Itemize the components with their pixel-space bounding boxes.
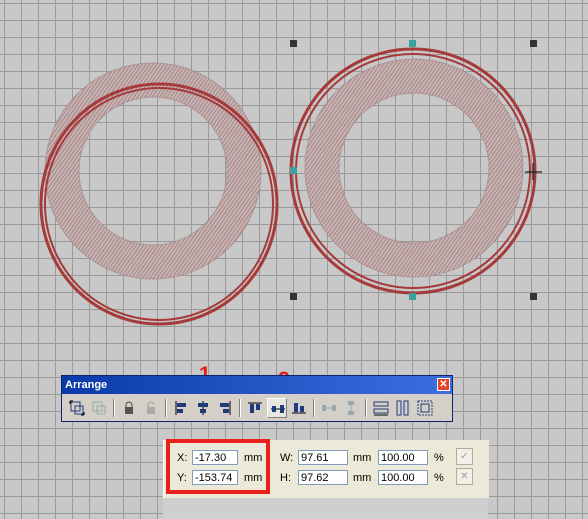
align-right-button[interactable] (215, 398, 235, 418)
height-field[interactable] (298, 470, 348, 485)
make-same-height-icon (396, 400, 409, 416)
toolbar-separator (165, 399, 167, 417)
left-ring[interactable] (39, 62, 279, 326)
make-same-size-icon (417, 400, 433, 416)
move-cursor-icon (525, 163, 542, 180)
align-top-icon (248, 402, 262, 413)
space-vertical-button[interactable] (341, 398, 361, 418)
align-right-icon (220, 401, 231, 415)
ungroup-button[interactable] (89, 398, 109, 418)
toolbar-separator (239, 399, 241, 417)
w-percent-symbol: % (434, 452, 444, 464)
group-icon (69, 400, 85, 416)
make-same-width-button[interactable] (371, 398, 391, 418)
underlying-toolbar-strip (163, 498, 488, 519)
highlight-box (166, 439, 270, 494)
w-label: W: (280, 452, 294, 464)
lock-icon (125, 401, 133, 414)
arrange-toolbar: Arrange ✕ (61, 375, 453, 422)
cancel-icon: ✕ (460, 471, 469, 482)
align-center-button[interactable] (193, 398, 213, 418)
make-same-size-button[interactable] (415, 398, 435, 418)
space-vertical-icon (348, 401, 354, 415)
ungroup-icon (92, 401, 106, 415)
h-label: H: (280, 472, 291, 484)
align-bottom-button[interactable] (289, 398, 309, 418)
unlock-icon (147, 401, 155, 414)
width-percent-field[interactable] (378, 450, 428, 465)
arrange-title: Arrange (65, 379, 108, 391)
w-unit: mm (353, 452, 372, 464)
h-percent-symbol: % (434, 472, 444, 484)
align-left-icon (175, 401, 186, 415)
apply-button[interactable]: ✓ (456, 448, 473, 465)
align-middle-button[interactable] (267, 398, 287, 418)
toolbar-separator (313, 399, 315, 417)
group-button[interactable] (67, 398, 87, 418)
toolbar-separator (113, 399, 115, 417)
align-bottom-icon (292, 403, 306, 414)
check-icon: ✓ (460, 451, 469, 462)
arrange-titlebar[interactable]: Arrange ✕ (62, 376, 452, 394)
close-icon: ✕ (439, 379, 448, 390)
toolbar-separator (365, 399, 367, 417)
width-field[interactable] (298, 450, 348, 465)
lock-button[interactable] (119, 398, 139, 418)
h-unit: mm (353, 472, 372, 484)
close-button[interactable]: ✕ (437, 378, 450, 391)
align-left-button[interactable] (171, 398, 191, 418)
cancel-button[interactable]: ✕ (456, 468, 473, 485)
unlock-button[interactable] (141, 398, 161, 418)
make-same-width-icon (373, 401, 389, 416)
align-middle-icon (271, 405, 285, 413)
space-horizontal-icon (322, 405, 336, 411)
height-percent-field[interactable] (378, 470, 428, 485)
make-same-height-button[interactable] (393, 398, 413, 418)
arrange-tools (65, 396, 449, 420)
align-center-icon (198, 401, 208, 415)
right-ring[interactable] (289, 47, 537, 295)
align-top-button[interactable] (245, 398, 265, 418)
space-horizontal-button[interactable] (319, 398, 339, 418)
